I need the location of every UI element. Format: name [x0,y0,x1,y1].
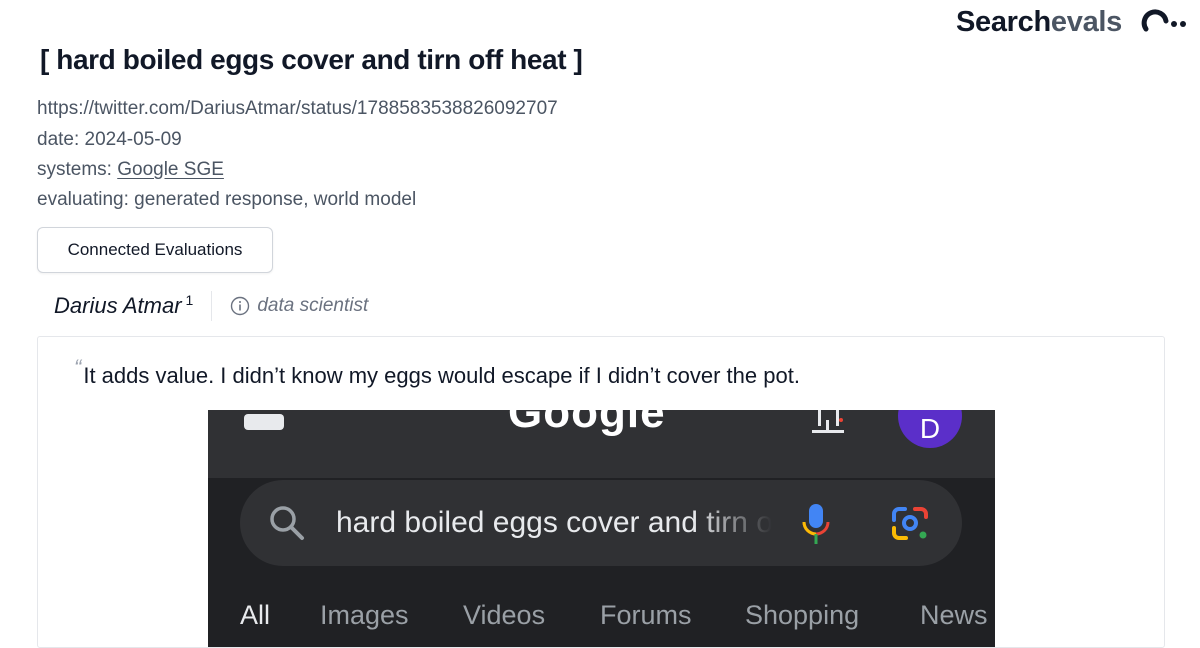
screenshot-top-bar: Google D [208,410,995,478]
info-icon [231,296,250,316]
author-divider [211,291,213,321]
author-count-badge: 1 [185,292,194,308]
google-search-bar[interactable]: hard boiled eggs cover and tirn off heat [240,480,962,566]
quote-mark-icon: “ [74,355,82,380]
searchevals-logo-icon [1141,9,1186,32]
tab-news[interactable]: News [920,600,988,631]
brand-name: Searchevals [956,6,1122,39]
systems-prefix: systems: [37,159,118,180]
microphone-icon[interactable] [800,502,832,546]
google-logo: Google [508,410,666,437]
page-title: [ hard boiled eggs cover and tirn off he… [40,44,583,75]
author-name[interactable]: Darius Atmar [54,293,182,319]
cloud-icon [244,414,284,430]
evaluating-line: evaluating: generated response, world mo… [37,189,417,210]
brand-name-search: Search [955,5,1051,38]
tab-all[interactable]: All [240,600,270,631]
author-row: Darius Atmar 1 data scientist [54,289,368,323]
tab-shopping[interactable]: Shopping [745,600,859,631]
search-tabs: All Images Videos Forums Shopping News [208,600,995,647]
search-icon [270,506,304,540]
brand-name-evals: evals [1050,5,1122,38]
brand-logo[interactable]: Searchevals [956,0,1188,44]
tab-images[interactable]: Images [320,600,409,631]
author-role-label: data scientist [257,295,369,316]
systems-line: systems: Google SGE [37,159,224,181]
labs-flask-icon [812,410,844,433]
search-query[interactable]: hard boiled eggs cover and tirn off heat [336,506,772,540]
tab-videos[interactable]: Videos [463,600,545,631]
connected-evaluations-button[interactable]: Connected Evaluations [37,227,273,273]
author-role: data scientist [230,295,368,317]
systems-link[interactable]: Google SGE [117,159,224,180]
avatar[interactable]: D [898,410,962,448]
embedded-screenshot[interactable]: Google D hard boiled eggs cover and tirn… [208,410,995,647]
date-label: date: 2024-05-09 [37,129,182,150]
evaluation-card: “It adds value. I didn’t know my eggs wo… [37,336,1165,648]
tweet-url: https://twitter.com/DariusAtmar/status/1… [37,98,558,119]
google-lens-icon[interactable] [890,506,930,542]
quote-text: It adds value. I didn’t know my eggs wou… [83,363,800,388]
tab-forums[interactable]: Forums [600,600,692,631]
quote: “It adds value. I didn’t know my eggs wo… [74,355,800,389]
